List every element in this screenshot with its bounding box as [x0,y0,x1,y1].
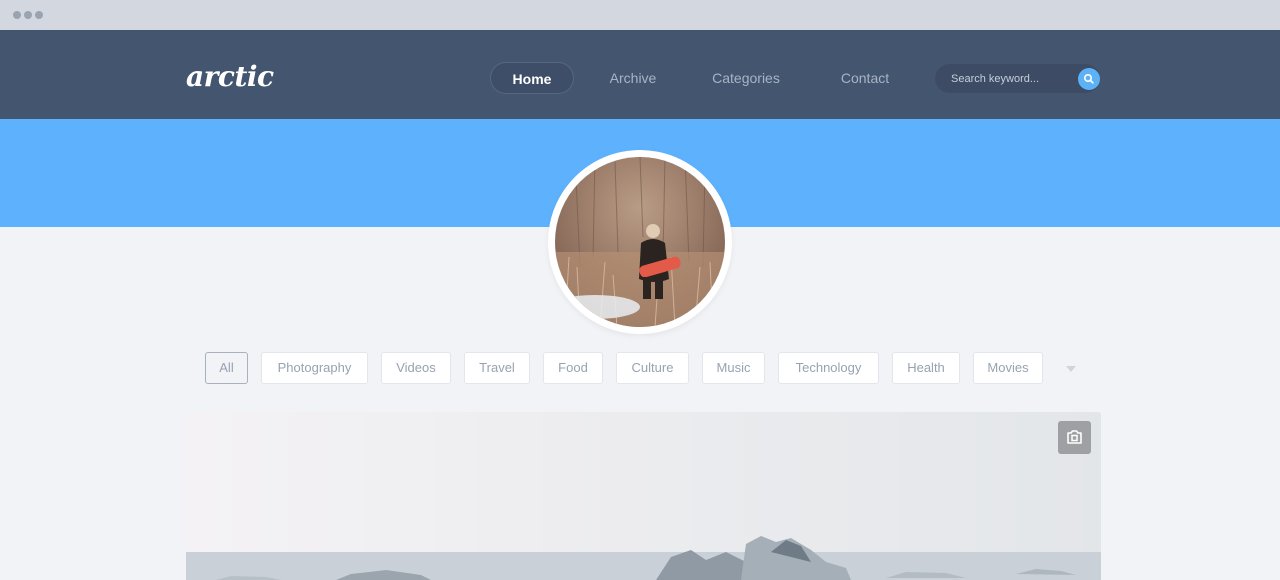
filter-videos[interactable]: Videos [381,352,451,384]
filter-food[interactable]: Food [543,352,603,384]
hero-image[interactable] [186,412,1101,580]
filter-photography[interactable]: Photography [261,352,368,384]
filter-music[interactable]: Music [702,352,765,384]
nav-contact[interactable]: Contact [826,62,904,94]
caret-down-icon [1066,366,1076,372]
logo[interactable]: arctic [186,60,274,93]
navbar: arctic Home Archive Categories Contact [0,30,1280,119]
photo-badge-button[interactable] [1058,421,1091,454]
filter-culture[interactable]: Culture [616,352,689,384]
avatar-photo [555,157,725,327]
more-filters-button[interactable] [1062,362,1080,376]
nav-archive[interactable]: Archive [596,62,670,94]
avatar[interactable] [548,150,732,334]
filter-technology[interactable]: Technology [778,352,879,384]
avatar-image [555,157,725,327]
window-dot-icon [24,11,32,19]
camera-icon [1067,430,1082,444]
search-box [935,64,1100,93]
search-icon [1084,74,1094,84]
window-dot-icon [13,11,21,19]
search-button[interactable] [1078,68,1100,90]
filter-all[interactable]: All [205,352,248,384]
nav-home[interactable]: Home [490,62,574,94]
nav-categories[interactable]: Categories [698,62,794,94]
search-input[interactable] [951,64,1077,93]
window-dot-icon [35,11,43,19]
filter-movies[interactable]: Movies [973,352,1043,384]
window-titlebar [0,0,1280,30]
filter-travel[interactable]: Travel [464,352,530,384]
glacier-photo [186,412,1101,580]
filter-health[interactable]: Health [892,352,960,384]
